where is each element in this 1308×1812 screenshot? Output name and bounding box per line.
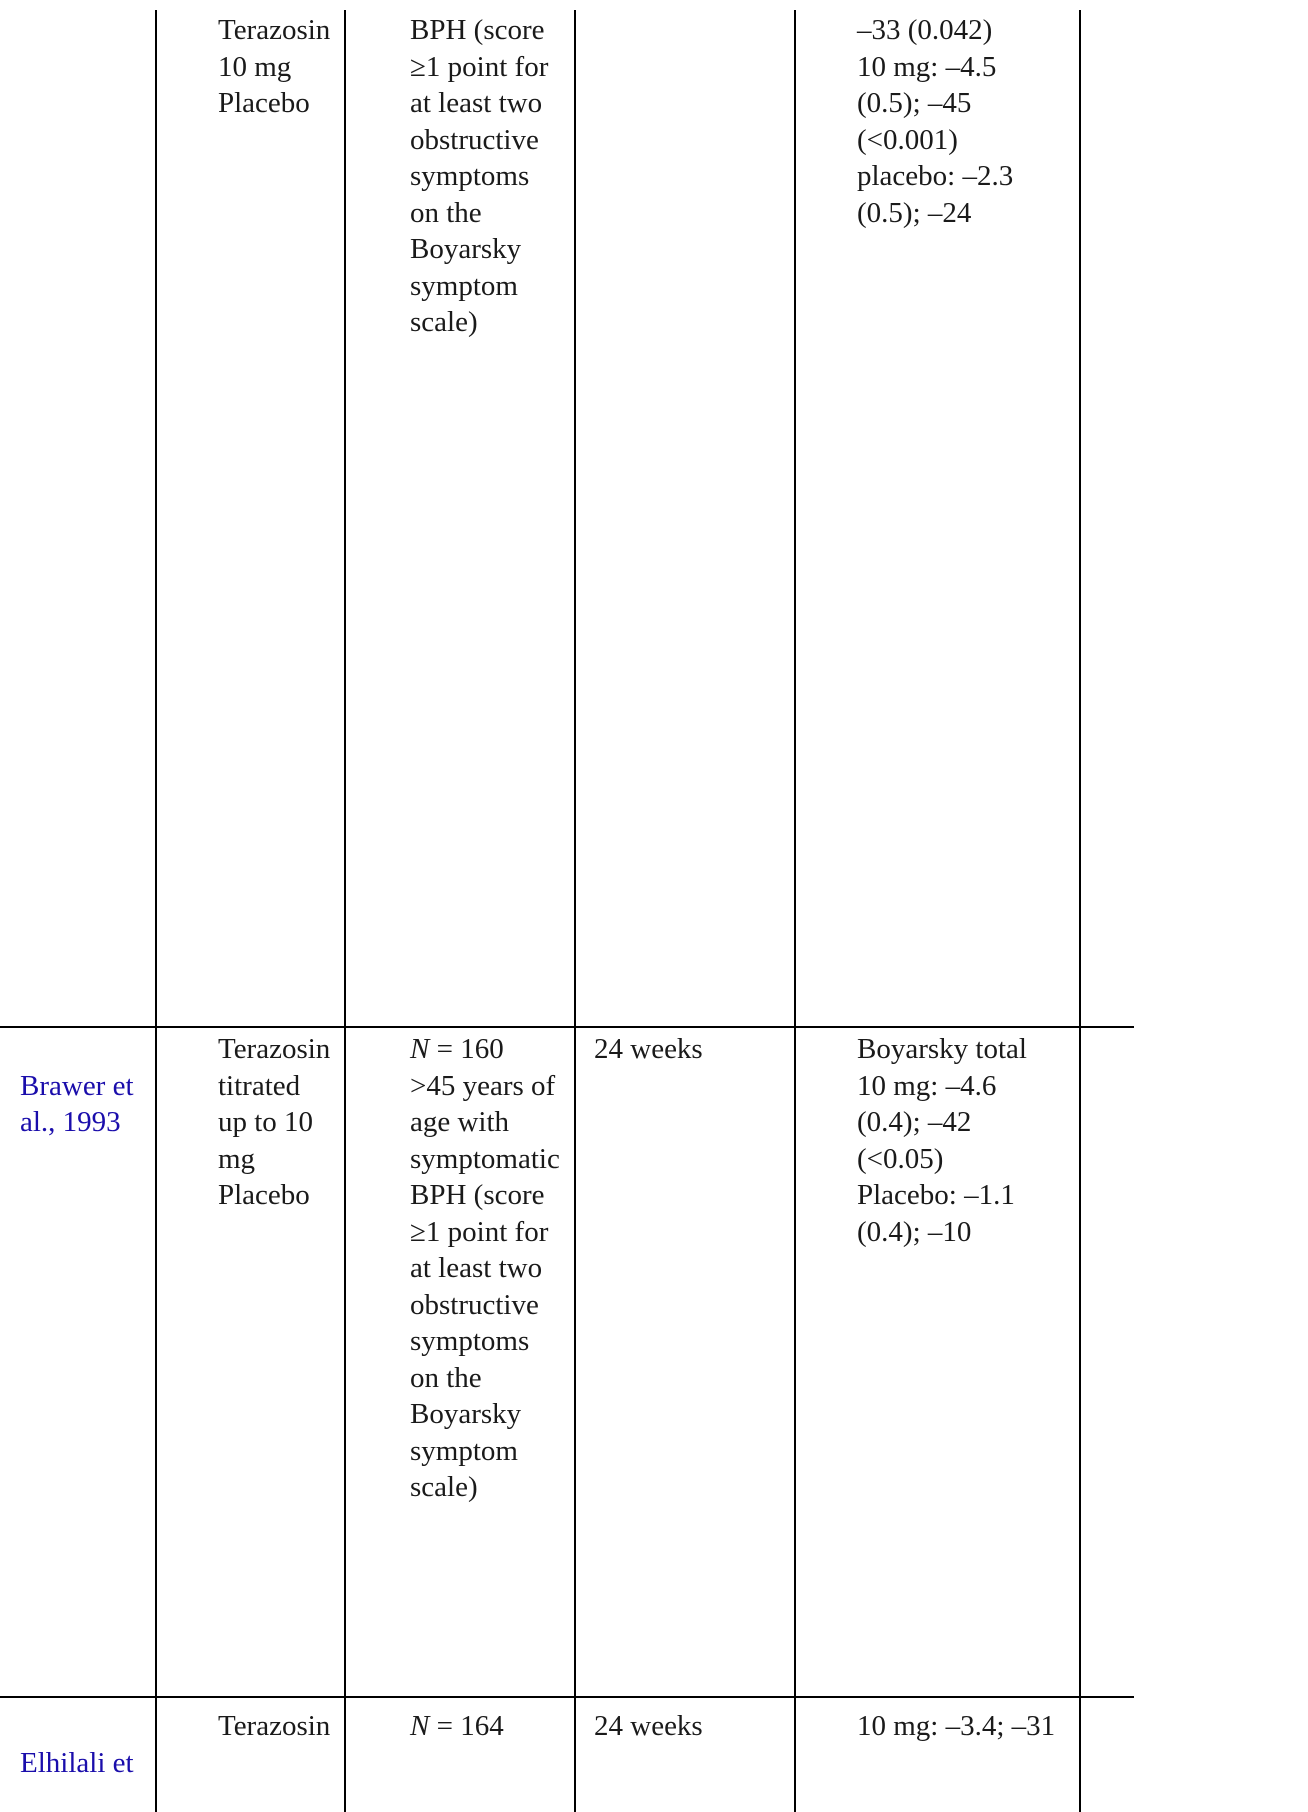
duration-cell: 24 weeks	[594, 1033, 703, 1065]
result-cell: Boyarsky total 10 mg: –4.6 (0.4); –42 (<…	[857, 1033, 1027, 1248]
treatment-cell: Terazosin	[218, 1710, 331, 1742]
study-cell: Elhilali et	[20, 1708, 134, 1781]
row-divider	[0, 1696, 1134, 1698]
sample-size-value: = 164	[429, 1710, 504, 1742]
sample-size-value: = 160	[429, 1033, 504, 1065]
column-divider	[574, 10, 576, 1812]
duration-cell: 24 weeks	[594, 1710, 703, 1742]
study-cell: Brawer et al., 1993	[20, 1031, 134, 1141]
column-divider	[1079, 10, 1081, 1812]
result-cell: 10 mg: –3.4; –31	[857, 1710, 1056, 1742]
treatment-cell: Terazosin 10 mg Placebo	[218, 14, 331, 119]
column-divider	[155, 10, 157, 1812]
population-cell: BPH (score ≥1 point for at least two obs…	[410, 14, 549, 338]
study-reference-link[interactable]: Elhilali et	[20, 1747, 134, 1779]
population-cell: N = 160 >45 years of age with symptomati…	[410, 1031, 560, 1506]
sample-size-label: N	[410, 1033, 430, 1065]
row-divider	[0, 1026, 1134, 1028]
sample-size-label: N	[410, 1710, 430, 1742]
column-divider	[794, 10, 796, 1812]
treatment-cell: Terazosin titrated up to 10 mg Placebo	[218, 1033, 331, 1211]
column-divider	[344, 10, 346, 1812]
result-cell: –33 (0.042) 10 mg: –4.5 (0.5); –45 (<0.0…	[857, 14, 1014, 229]
study-reference-link[interactable]: Brawer et al., 1993	[20, 1070, 134, 1139]
population-cell: N = 164	[410, 1708, 504, 1745]
population-description: >45 years of age with symptomatic BPH (s…	[410, 1069, 560, 1504]
